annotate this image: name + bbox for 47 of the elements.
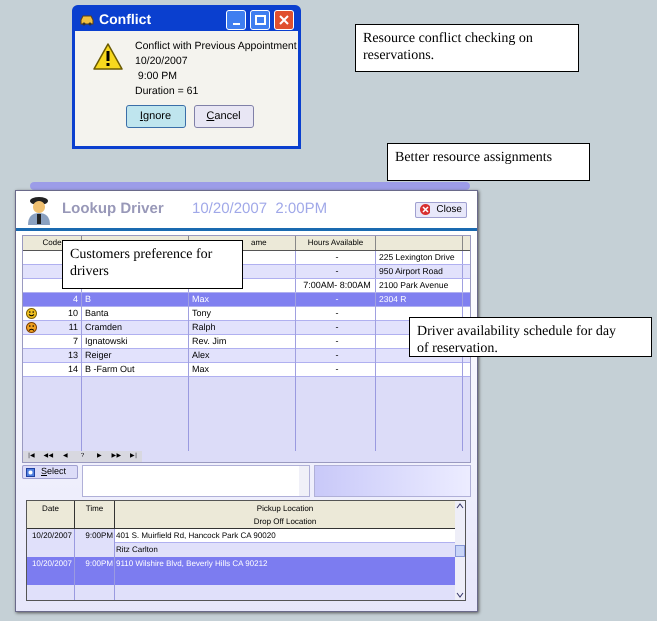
table-cell: Reiger <box>85 350 112 360</box>
table-cell: B <box>85 294 92 304</box>
table-cell: - <box>336 266 338 276</box>
table-cell-text: 10 <box>68 307 78 320</box>
table-cell-text: 13 <box>68 349 78 362</box>
table-cell: 2304 R <box>379 294 406 304</box>
table-cell: Tony <box>192 308 212 318</box>
callout-tooltip: Customers preference for drivers <box>62 240 243 289</box>
table-cell: B -Farm Out <box>85 364 135 374</box>
table-cell: 7:00AM- 8:00AM <box>303 280 371 290</box>
table-cell: Banta <box>85 308 109 318</box>
table-cell: Ignatowski <box>85 336 128 346</box>
window-title: Lookup Driver <box>62 199 165 220</box>
message-text: 9:00 PM <box>136 69 178 84</box>
table-cell: - <box>336 336 338 346</box>
table-cell: - <box>336 322 338 332</box>
message-text: Conflict with Previous Appointment <box>135 39 297 54</box>
table-cell-text: 11 <box>68 321 78 334</box>
table-cell: 9:00PM <box>75 557 115 585</box>
table-cell: - <box>336 308 338 318</box>
table-cell: - <box>336 350 338 360</box>
table-cell-text: 7 <box>72 335 78 348</box>
table-cell: 401 S. Muirfield Rd, Hancock Park CA 90020 <box>115 529 455 543</box>
table-cell: Rev. Jim <box>192 336 226 346</box>
table-cell-text: 14 <box>68 363 78 376</box>
table-cell: Max <box>192 294 210 304</box>
table-cell: 2100 Park Avenue <box>379 280 448 290</box>
table-cell: Cramden <box>85 322 122 332</box>
callout-tooltip: Better resource assignments <box>387 143 590 181</box>
dialog-title: Conflict <box>99 10 152 29</box>
message-text: 10/20/2007 <box>135 54 189 69</box>
table-cell: Max <box>192 364 210 374</box>
table-cell: - <box>336 364 338 374</box>
table-cell: 10/20/2007 <box>27 557 75 585</box>
callout-tooltip: Driver availability schedule for day of reservation. <box>409 317 652 357</box>
table-cell-text: Ritz Carlton <box>115 544 159 556</box>
table-cell: Ralph <box>192 322 216 332</box>
table-cell: Alex <box>192 350 210 360</box>
table-cell: 225 Lexington Drive <box>379 252 455 262</box>
callout-tooltip: Resource conflict checking on reservations. <box>355 24 579 72</box>
table-cell-text: 9110 Wilshire Blvd, Beverly Hills CA 90212 <box>115 558 268 570</box>
message-text: Duration = 61 <box>135 84 200 99</box>
table-cell-text: 4 <box>72 293 78 306</box>
date-time-text: 10/20/2007 2:00PM <box>192 199 328 220</box>
table-cell: - <box>336 294 338 304</box>
table-cell: - <box>336 252 338 262</box>
table-cell: 950 Airport Road <box>379 266 443 276</box>
